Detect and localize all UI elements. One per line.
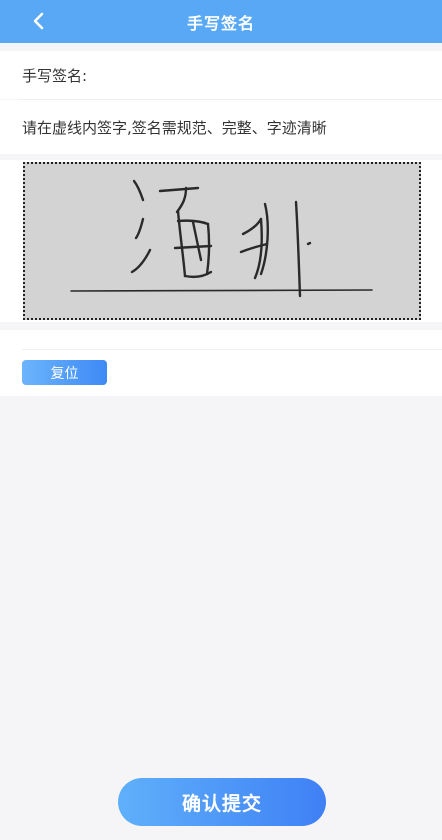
chevron-left-icon bbox=[33, 12, 44, 30]
instruction-row: 请在虚线内签字,签名需规范、完整、字迹清晰 bbox=[0, 100, 442, 154]
instruction-text: 请在虚线内签字,签名需规范、完整、字迹清晰 bbox=[22, 118, 327, 137]
reset-button[interactable]: 复位 bbox=[22, 360, 107, 385]
divider bbox=[22, 349, 442, 350]
page-title: 手写签名 bbox=[186, 13, 255, 33]
signature-canvas[interactable] bbox=[23, 162, 421, 320]
back-button[interactable] bbox=[24, 8, 52, 34]
signature-label: 手写签名: bbox=[22, 66, 88, 85]
signature-pad-container bbox=[0, 160, 442, 322]
signature-strokes bbox=[70, 179, 373, 298]
signature-label-row: 手写签名: bbox=[0, 51, 442, 99]
submit-button[interactable]: 确认提交 bbox=[118, 778, 326, 826]
reset-section: 复位 bbox=[0, 330, 442, 396]
nav-bar: 手写签名 bbox=[0, 0, 442, 43]
